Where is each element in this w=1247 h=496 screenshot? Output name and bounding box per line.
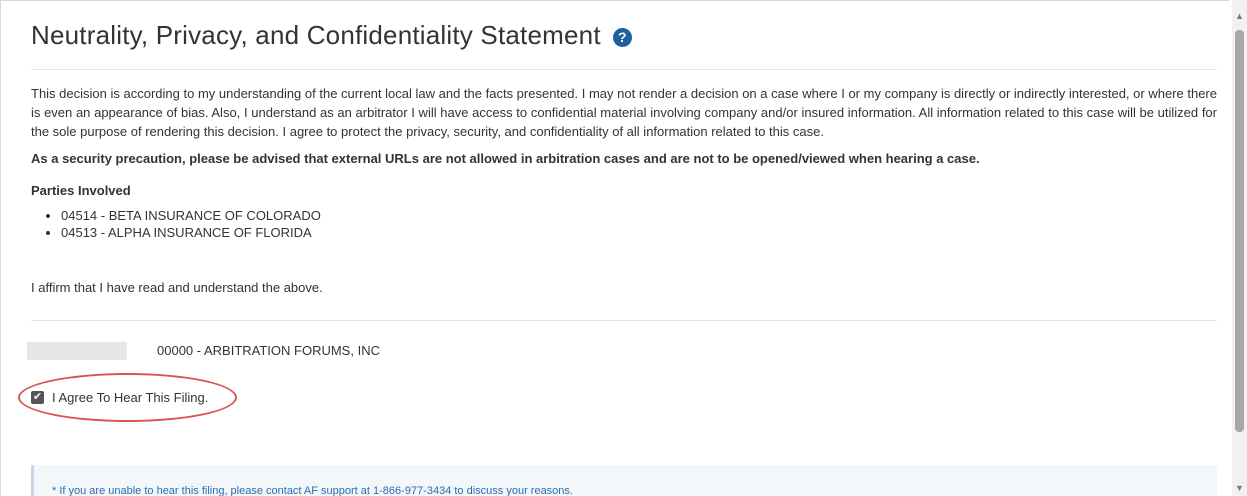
page-title: Neutrality, Privacy, and Confidentiality… [31, 19, 601, 50]
agree-checkbox-label[interactable]: I Agree To Hear This Filing. [52, 390, 208, 405]
parties-heading: Parties Involved [31, 183, 131, 198]
divider [31, 320, 1217, 321]
arbitrator-row: 00000 - ARBITRATION FORUMS, INC [27, 342, 1217, 362]
affirm-text: I affirm that I have read and understand… [31, 280, 323, 295]
arbitrator-company: 00000 - ARBITRATION FORUMS, INC [157, 343, 380, 358]
support-notice: * If you are unable to hear this filing,… [52, 485, 573, 496]
list-item: 04513 - ALPHA INSURANCE OF FLORIDA [61, 224, 1217, 241]
scroll-thumb[interactable] [1235, 30, 1244, 432]
vertical-scrollbar[interactable]: ▲ ▼ [1232, 0, 1247, 496]
statement-text: This decision is according to my underst… [31, 86, 1217, 139]
security-notice: As a security precaution, please be advi… [31, 151, 980, 166]
title-row: Neutrality, Privacy, and Confidentiality… [31, 1, 1217, 70]
agree-checkbox[interactable]: ✔ [31, 390, 44, 404]
scroll-down-arrow-icon[interactable]: ▼ [1232, 480, 1247, 496]
statement-page: Neutrality, Privacy, and Confidentiality… [0, 0, 1229, 496]
statement-panel: Neutrality, Privacy, and Confidentiality… [18, 1, 1217, 422]
redacted-name-block [27, 342, 127, 360]
scroll-up-arrow-icon[interactable]: ▲ [1232, 8, 1247, 24]
support-notice-box: * If you are unable to hear this filing,… [31, 465, 1217, 496]
question-circle-icon[interactable]: ? [612, 27, 632, 47]
parties-list: 04514 - BETA INSURANCE OF COLORADO 04513… [31, 207, 1217, 241]
list-item: 04514 - BETA INSURANCE OF COLORADO [61, 207, 1217, 224]
agree-row[interactable]: ✔ I Agree To Hear This Filing. [18, 373, 1217, 422]
